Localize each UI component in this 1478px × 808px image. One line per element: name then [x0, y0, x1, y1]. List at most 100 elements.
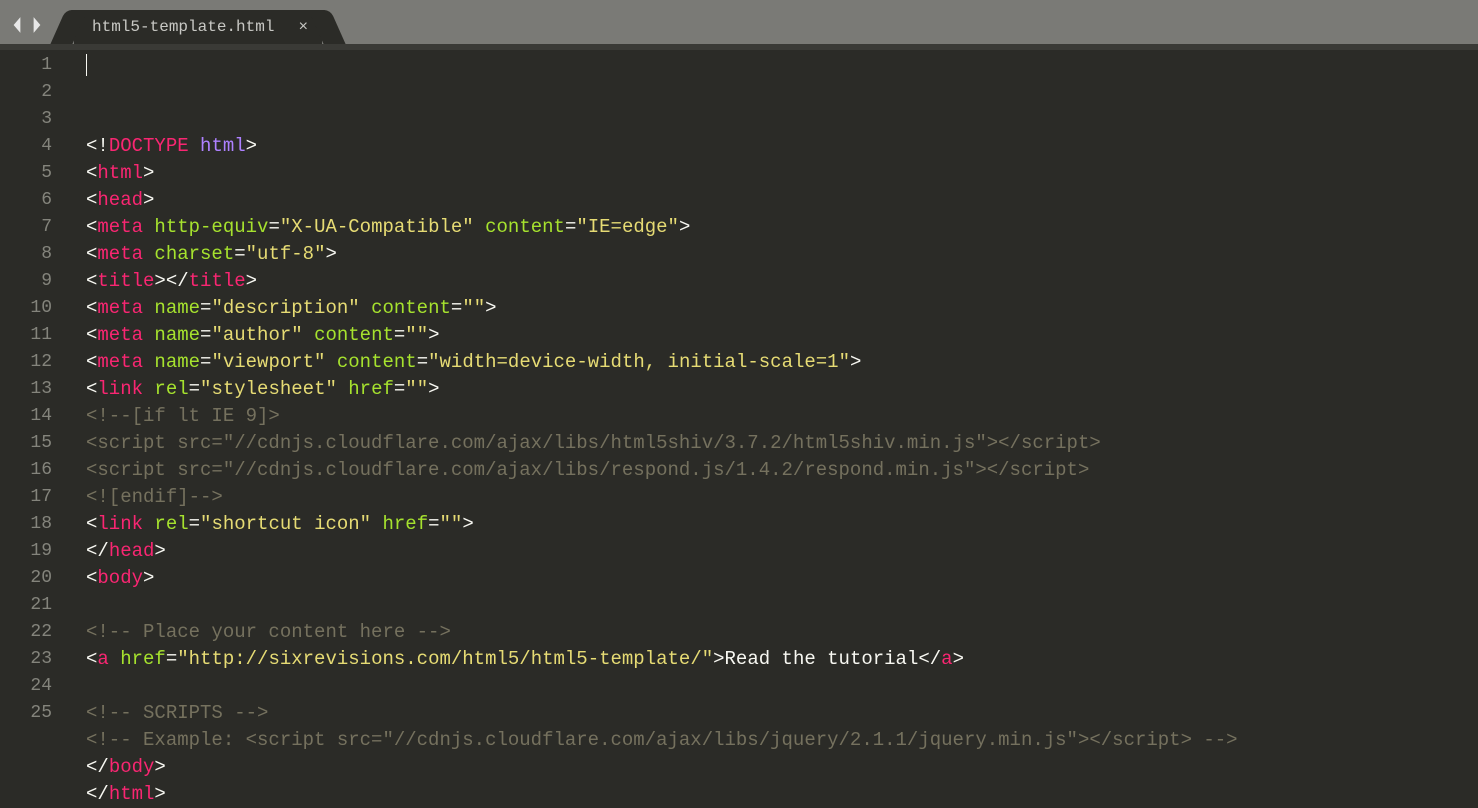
- code-token: [303, 324, 314, 346]
- code-line[interactable]: [86, 673, 1238, 700]
- code-token: <!-- SCRIPTS -->: [86, 702, 268, 724]
- code-token: charset: [154, 243, 234, 265]
- code-token: =: [189, 378, 200, 400]
- code-token: >: [143, 189, 154, 211]
- code-line[interactable]: <!-- Example: <script src="//cdnjs.cloud…: [86, 727, 1238, 754]
- line-number: 15: [0, 430, 52, 457]
- code-line[interactable]: <![endif]-->: [86, 484, 1238, 511]
- line-number: 4: [0, 133, 52, 160]
- code-token: href: [120, 648, 166, 670]
- code-token: rel: [154, 513, 188, 535]
- code-token: link: [97, 378, 143, 400]
- code-line[interactable]: </head>: [86, 538, 1238, 565]
- code-token: [143, 378, 154, 400]
- code-token: <: [86, 189, 97, 211]
- code-token: content: [337, 351, 417, 373]
- code-token: >: [154, 783, 165, 805]
- code-line[interactable]: <script src="//cdnjs.cloudflare.com/ajax…: [86, 457, 1238, 484]
- code-token: <: [86, 216, 97, 238]
- code-token: >: [246, 135, 257, 157]
- line-number: 6: [0, 187, 52, 214]
- code-line[interactable]: <!-- Place your content here -->: [86, 619, 1238, 646]
- code-token: >: [428, 378, 439, 400]
- code-token: =: [166, 648, 177, 670]
- code-line[interactable]: <!-- SCRIPTS -->: [86, 700, 1238, 727]
- code-token: http-equiv: [154, 216, 268, 238]
- code-line[interactable]: <meta name="viewport" content="width=dev…: [86, 349, 1238, 376]
- editor[interactable]: 1234567891011121314151617181920212223242…: [0, 50, 1478, 772]
- code-token: <: [86, 270, 97, 292]
- code-line[interactable]: <!--[if lt IE 9]>: [86, 403, 1238, 430]
- code-token: "width=device-width, initial-scale=1": [428, 351, 850, 373]
- code-token: <!-- Place your content here -->: [86, 621, 451, 643]
- code-token: >Read the tutorial</: [713, 648, 941, 670]
- close-icon[interactable]: ×: [298, 18, 308, 36]
- code-line[interactable]: <html>: [86, 160, 1238, 187]
- line-number: 23: [0, 646, 52, 673]
- code-token: [371, 513, 382, 535]
- code-line[interactable]: <meta name="author" content="">: [86, 322, 1238, 349]
- code-token: >: [246, 270, 257, 292]
- code-line[interactable]: <body>: [86, 565, 1238, 592]
- code-token: a: [941, 648, 952, 670]
- code-token: >: [143, 567, 154, 589]
- code-token: >: [462, 513, 473, 535]
- code-token: name: [154, 297, 200, 319]
- code-token: meta: [97, 297, 143, 319]
- code-line[interactable]: <link rel="stylesheet" href="">: [86, 376, 1238, 403]
- line-number: 3: [0, 106, 52, 133]
- code-token: <: [86, 513, 97, 535]
- code-token: =: [428, 513, 439, 535]
- code-line[interactable]: </body>: [86, 754, 1238, 781]
- code-token: "IE=edge": [576, 216, 679, 238]
- code-token: =: [200, 324, 211, 346]
- code-token: html: [97, 162, 143, 184]
- code-line[interactable]: </html>: [86, 781, 1238, 808]
- code-token: <: [86, 567, 97, 589]
- code-token: [143, 216, 154, 238]
- line-number: 5: [0, 160, 52, 187]
- code-token: <![endif]-->: [86, 486, 223, 508]
- code-token: body: [97, 567, 143, 589]
- code-token: title: [189, 270, 246, 292]
- code-line[interactable]: <title></title>: [86, 268, 1238, 295]
- code-token: href: [382, 513, 428, 535]
- nav-forward-icon[interactable]: [30, 16, 44, 34]
- code-token: [143, 324, 154, 346]
- code-token: title: [97, 270, 154, 292]
- code-line[interactable]: <a href="http://sixrevisions.com/html5/h…: [86, 646, 1238, 673]
- code-area[interactable]: <!DOCTYPE html><html><head><meta http-eq…: [64, 50, 1238, 772]
- code-token: >: [850, 351, 861, 373]
- code-token: [143, 243, 154, 265]
- code-token: [337, 378, 348, 400]
- code-token: "": [405, 324, 428, 346]
- code-token: "http://sixrevisions.com/html5/html5-tem…: [177, 648, 713, 670]
- code-line[interactable]: <meta http-equiv="X-UA-Compatible" conte…: [86, 214, 1238, 241]
- line-number: 22: [0, 619, 52, 646]
- code-token: </: [86, 540, 109, 562]
- code-token: meta: [97, 324, 143, 346]
- line-number: 2: [0, 79, 52, 106]
- code-token: [143, 297, 154, 319]
- code-line[interactable]: <head>: [86, 187, 1238, 214]
- code-token: [109, 648, 120, 670]
- nav-back-icon[interactable]: [10, 16, 24, 34]
- file-tab[interactable]: html5-template.html ×: [74, 10, 322, 44]
- code-line[interactable]: <!DOCTYPE html>: [86, 133, 1238, 160]
- code-line[interactable]: <meta charset="utf-8">: [86, 241, 1238, 268]
- code-token: content: [371, 297, 451, 319]
- code-token: >: [428, 324, 439, 346]
- line-number: 7: [0, 214, 52, 241]
- code-line[interactable]: <meta name="description" content="">: [86, 295, 1238, 322]
- code-token: "": [405, 378, 428, 400]
- code-token: </: [86, 756, 109, 778]
- code-token: meta: [97, 351, 143, 373]
- file-tab-label: html5-template.html: [92, 18, 274, 36]
- line-number: 16: [0, 457, 52, 484]
- code-line[interactable]: <script src="//cdnjs.cloudflare.com/ajax…: [86, 430, 1238, 457]
- code-line[interactable]: <link rel="shortcut icon" href="">: [86, 511, 1238, 538]
- code-token: "": [440, 513, 463, 535]
- code-line[interactable]: [86, 592, 1238, 619]
- code-token: >: [143, 162, 154, 184]
- line-number: 8: [0, 241, 52, 268]
